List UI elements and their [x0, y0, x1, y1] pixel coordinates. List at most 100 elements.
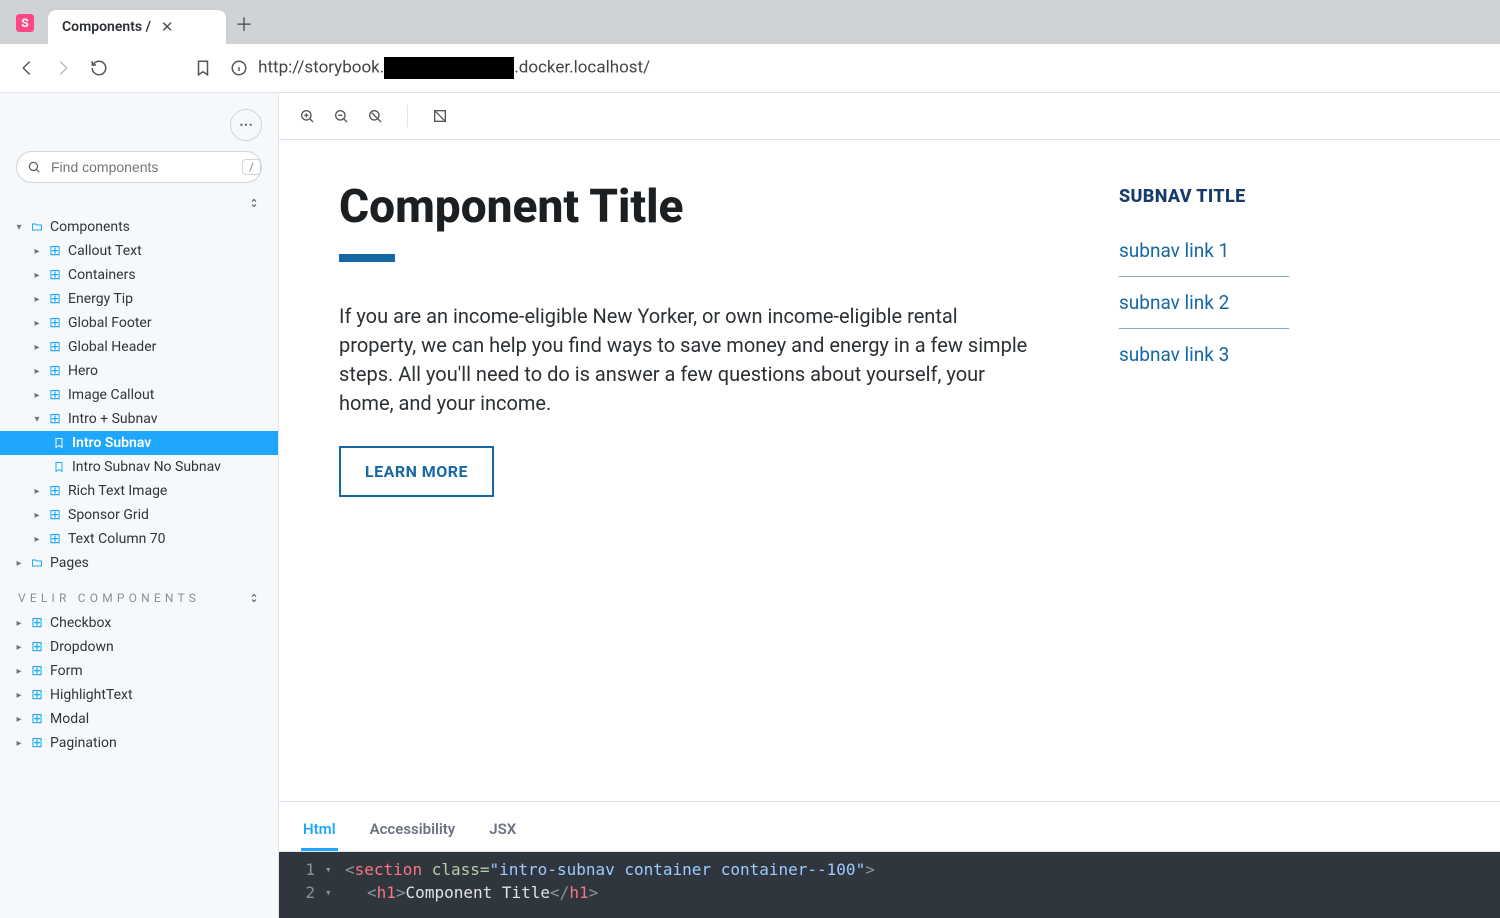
- tree-item[interactable]: ▸⊞Modal: [0, 707, 278, 731]
- tree-item[interactable]: ▸⊞Dropdown: [0, 635, 278, 659]
- folder-icon: [30, 557, 44, 569]
- subnav: SUBNAV TITLE subnav link 1 subnav link 2…: [1119, 186, 1289, 380]
- component-icon: ⊞: [48, 507, 62, 523]
- url-field[interactable]: http://storybook..docker.localhost/: [230, 57, 1482, 79]
- main-panel: Component Title If you are an income-eli…: [279, 93, 1500, 918]
- tree-item[interactable]: ▸⊞Sponsor Grid: [0, 503, 278, 527]
- component-icon: ⊞: [30, 615, 44, 631]
- subnav-link[interactable]: subnav link 2: [1119, 277, 1289, 329]
- addon-tab-accessibility[interactable]: Accessibility: [368, 812, 458, 851]
- tree-item[interactable]: ▸⊞Hero: [0, 359, 278, 383]
- subnav-link[interactable]: subnav link 1: [1119, 225, 1289, 277]
- component-icon: ⊞: [48, 363, 62, 379]
- storybook-sidebar: ⋯ / ▾: [0, 93, 279, 918]
- chevron-right-icon: ▸: [32, 342, 42, 353]
- tree-item[interactable]: ▸⊞Text Column 70: [0, 527, 278, 551]
- tree-item[interactable]: ▸⊞Checkbox: [0, 611, 278, 635]
- component-icon: ⊞: [48, 291, 62, 307]
- sidebar-section-label: VELIR COMPONENTS: [0, 575, 278, 611]
- chevron-right-icon: ▸: [14, 642, 24, 653]
- back-icon[interactable]: [18, 59, 36, 77]
- new-tab-button[interactable]: ＋: [230, 10, 258, 38]
- component-icon: ⊞: [30, 663, 44, 679]
- tree-item[interactable]: ▸⊞HighlightText: [0, 683, 278, 707]
- sidebar-menu-button[interactable]: ⋯: [230, 109, 262, 141]
- chevron-right-icon: ▸: [32, 390, 42, 401]
- line-number: 2: [297, 883, 315, 902]
- learn-more-button[interactable]: LEARN MORE: [339, 446, 494, 497]
- bookmark-icon[interactable]: [194, 59, 212, 77]
- tree-item[interactable]: ▸⊞Global Footer: [0, 311, 278, 335]
- intro-paragraph: If you are an income-eligible New Yorker…: [339, 302, 1039, 418]
- storybook-favicon: S: [16, 14, 34, 32]
- browser-toolbar: http://storybook..docker.localhost/: [0, 44, 1500, 93]
- component-icon: ⊞: [48, 531, 62, 547]
- search-shortcut: /: [242, 159, 261, 175]
- tab-title: Components /: [62, 19, 151, 35]
- chevron-right-icon: ▸: [32, 246, 42, 257]
- tree-folder-label: Components: [50, 219, 130, 235]
- tree-item[interactable]: ▸⊞Pagination: [0, 731, 278, 755]
- sort-icon[interactable]: [248, 197, 260, 209]
- fold-icon[interactable]: ▾: [325, 886, 335, 899]
- addons-panel: Html Accessibility JSX 1 ▾ <section clas…: [279, 801, 1500, 918]
- component-icon: ⊞: [48, 339, 62, 355]
- browser-tab[interactable]: Components / ✕: [48, 10, 226, 44]
- sort-icon[interactable]: [248, 592, 260, 604]
- addon-tab-jsx[interactable]: JSX: [487, 812, 518, 851]
- browser-tabstrip: S Components / ✕ ＋: [0, 0, 1500, 44]
- tree-item[interactable]: ▸⊞Containers: [0, 263, 278, 287]
- tree-story[interactable]: Intro Subnav No Subnav: [0, 455, 278, 479]
- redacted-segment: [384, 57, 514, 79]
- zoom-in-icon[interactable]: [299, 108, 315, 124]
- addon-tab-html[interactable]: Html: [301, 812, 338, 851]
- fold-icon[interactable]: ▾: [325, 863, 335, 876]
- component-icon: ⊞: [48, 243, 62, 259]
- search-icon: [27, 160, 41, 174]
- tree-item[interactable]: ▸⊞Callout Text: [0, 239, 278, 263]
- preview-canvas: Component Title If you are an income-eli…: [279, 140, 1500, 801]
- search-input[interactable]: [49, 158, 234, 176]
- story-icon: [52, 437, 66, 449]
- chevron-right-icon: ▸: [32, 318, 42, 329]
- tree-item[interactable]: ▸⊞Form: [0, 659, 278, 683]
- component-icon: ⊞: [30, 711, 44, 727]
- component-icon: ⊞: [30, 687, 44, 703]
- chevron-right-icon: ▸: [14, 666, 24, 677]
- chevron-right-icon: ▸: [32, 294, 42, 305]
- tree-story-selected[interactable]: Intro Subnav: [0, 431, 278, 455]
- tree-item[interactable]: ▸⊞Global Header: [0, 335, 278, 359]
- zoom-reset-icon[interactable]: [367, 108, 383, 124]
- subnav-link[interactable]: subnav link 3: [1119, 329, 1289, 380]
- component-icon: ⊞: [48, 315, 62, 331]
- reload-icon[interactable]: [90, 59, 108, 77]
- tree-item[interactable]: ▸⊞Energy Tip: [0, 287, 278, 311]
- chevron-right-icon: ▸: [14, 738, 24, 749]
- component-icon: ⊞: [30, 639, 44, 655]
- background-toggle-icon[interactable]: [432, 108, 448, 124]
- chevron-right-icon: ▸: [14, 558, 24, 569]
- component-title: Component Title: [339, 180, 1039, 234]
- chevron-right-icon: ▸: [32, 486, 42, 497]
- chevron-right-icon: ▸: [32, 534, 42, 545]
- tree-item[interactable]: ▸⊞Image Callout: [0, 383, 278, 407]
- chevron-right-icon: ▸: [32, 510, 42, 521]
- subnav-title: SUBNAV TITLE: [1119, 186, 1289, 207]
- chevron-right-icon: ▸: [14, 690, 24, 701]
- search-box[interactable]: /: [16, 151, 262, 183]
- chevron-right-icon: ▸: [32, 366, 42, 377]
- chevron-right-icon: ▸: [14, 618, 24, 629]
- close-icon[interactable]: ✕: [161, 18, 174, 36]
- tree-folder-components[interactable]: ▾ Components: [0, 215, 278, 239]
- zoom-out-icon[interactable]: [333, 108, 349, 124]
- chevron-right-icon: ▸: [32, 270, 42, 281]
- tree-item[interactable]: ▸⊞Rich Text Image: [0, 479, 278, 503]
- tree-item-expanded[interactable]: ▾⊞Intro + Subnav: [0, 407, 278, 431]
- info-icon[interactable]: [230, 59, 248, 77]
- component-icon: ⊞: [48, 387, 62, 403]
- component-icon: ⊞: [30, 735, 44, 751]
- intro-block: Component Title If you are an income-eli…: [339, 180, 1039, 497]
- tree-folder-pages[interactable]: ▸ Pages: [0, 551, 278, 575]
- component-icon: ⊞: [48, 483, 62, 499]
- component-icon: ⊞: [48, 267, 62, 283]
